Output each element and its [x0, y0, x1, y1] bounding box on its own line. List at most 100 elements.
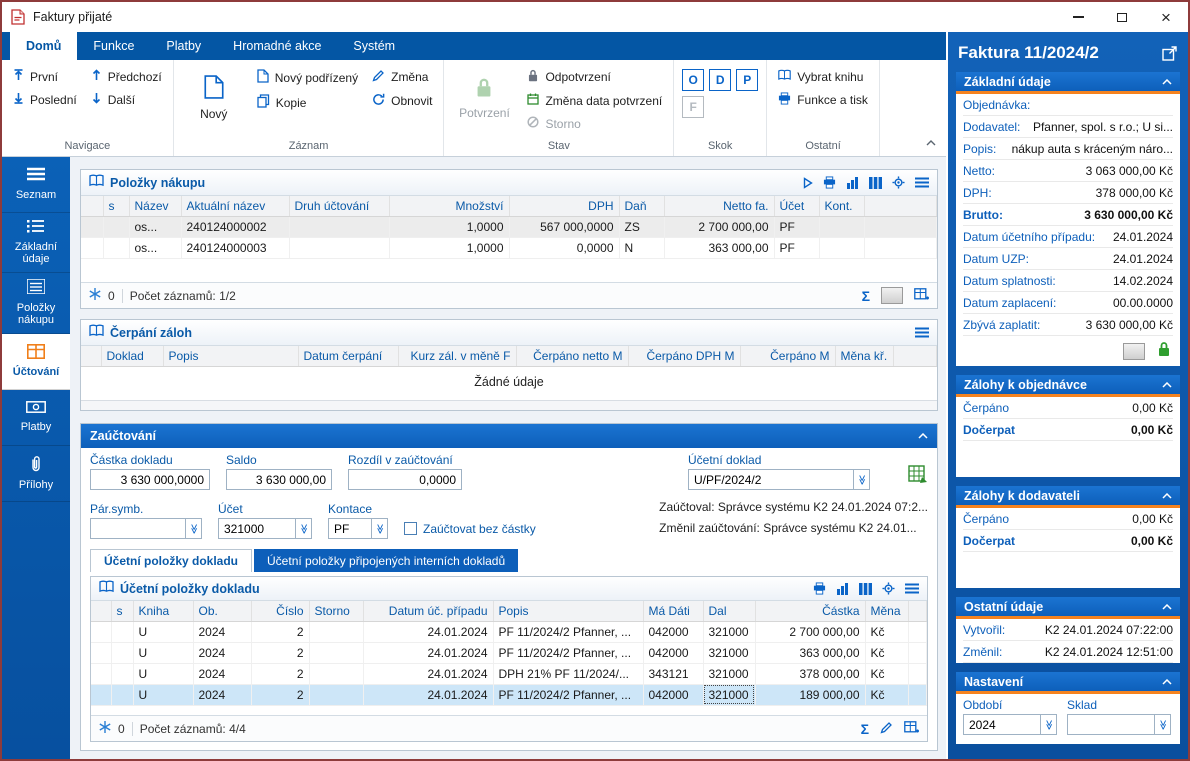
jump-p-button[interactable]: P	[736, 69, 759, 91]
collapse-icon[interactable]	[918, 433, 928, 439]
filter-button[interactable]	[881, 287, 903, 304]
dropdown-button[interactable]: ≫	[185, 518, 202, 539]
menu-icon[interactable]	[915, 177, 929, 188]
tab-hromadne-akce[interactable]: Hromadné akce	[217, 32, 337, 60]
account-combo[interactable]: 321000 ≫	[218, 518, 312, 539]
warehouse-combo[interactable]: ≫	[1067, 714, 1171, 735]
col-mena[interactable]: Měna	[865, 601, 909, 622]
select-book-button[interactable]: Vybrat knihu	[775, 68, 871, 85]
document-amount-input[interactable]: 3 630 000,0000	[90, 469, 210, 490]
accounting-document-combo[interactable]: U/PF/2024/2 ≫	[688, 469, 870, 490]
sidebar-item-platby[interactable]: Platby	[2, 390, 70, 446]
play-icon[interactable]	[803, 176, 813, 189]
section-header[interactable]: Zálohy k dodavateli	[956, 486, 1180, 508]
menu-icon[interactable]	[915, 327, 929, 338]
col-s[interactable]: s	[111, 601, 134, 622]
columns-icon[interactable]	[869, 176, 882, 189]
col-cislo[interactable]: Číslo	[251, 601, 310, 622]
first-button[interactable]: První	[10, 68, 80, 85]
printer-icon[interactable]	[823, 176, 836, 189]
functions-print-button[interactable]: Funkce a tisk	[775, 91, 871, 109]
posting-key-combo[interactable]: PF ≫	[328, 518, 388, 539]
col-mnozstvi[interactable]: Množství	[389, 196, 510, 217]
chart-icon[interactable]	[836, 582, 849, 595]
tab-domu[interactable]: Domů	[10, 32, 78, 60]
table-row[interactable]: U 2024 2 24.01.2024 DPH 21% PF 11/2024/.…	[91, 663, 927, 685]
col-kniha[interactable]: Kniha	[133, 601, 194, 622]
col-datum-cerpani[interactable]: Datum čerpání	[298, 346, 399, 367]
dropdown-button[interactable]: ≫	[371, 518, 388, 539]
change-button[interactable]: Změna	[369, 68, 435, 86]
printer-icon[interactable]	[813, 582, 826, 595]
col-nazev[interactable]: Název	[129, 196, 182, 217]
col-cerpano-netto[interactable]: Čerpáno netto M	[516, 346, 629, 367]
previous-button[interactable]: Předchozí	[88, 68, 165, 85]
pairing-symbol-combo[interactable]: ≫	[90, 518, 202, 539]
col-mena-kr[interactable]: Měna kř.	[835, 346, 894, 367]
saldo-input[interactable]: 3 630 000,00	[226, 469, 332, 490]
col-s[interactable]: s	[103, 196, 130, 217]
sidebar-item-zakladni-udaje[interactable]: Základní údaje	[2, 213, 70, 273]
dropdown-button[interactable]: ≫	[295, 518, 312, 539]
close-button[interactable]: ×	[1144, 2, 1188, 32]
dropdown-button[interactable]: ≫	[853, 469, 870, 490]
jump-o-button[interactable]: O	[682, 69, 705, 91]
jump-d-button[interactable]: D	[709, 69, 732, 91]
tab-ucetni-polozky-dokladu[interactable]: Účetní položky dokladu	[90, 549, 253, 572]
last-button[interactable]: Poslední	[10, 91, 80, 108]
maximize-button[interactable]	[1100, 2, 1144, 32]
minimize-button[interactable]	[1056, 2, 1100, 32]
grid-settings-icon[interactable]	[914, 287, 929, 304]
section-header[interactable]: Zálohy k objednávce	[956, 375, 1180, 397]
tab-ucetni-polozky-internich-dokladu[interactable]: Účetní položky připojených interních dok…	[254, 549, 519, 572]
col-dph[interactable]: DPH	[509, 196, 620, 217]
col-dan[interactable]: Daň	[619, 196, 665, 217]
table-row[interactable]: U 2024 2 24.01.2024 PF 11/2024/2 Pfanner…	[91, 642, 927, 664]
col-druh-uctovani[interactable]: Druh účtování	[289, 196, 390, 217]
section-header[interactable]: Nastavení	[956, 672, 1180, 694]
col-kurz[interactable]: Kurz zál. v měně F	[398, 346, 517, 367]
col-datum[interactable]: Datum úč. případu	[363, 601, 494, 622]
tab-funkce[interactable]: Funkce	[77, 32, 150, 60]
sum-icon[interactable]: Σ	[862, 288, 870, 304]
post-without-amount-checkbox[interactable]: Zaúčtovat bez částky	[404, 518, 536, 539]
col-storno[interactable]: Storno	[309, 601, 364, 622]
change-confirm-date-button[interactable]: Změna data potvrzení	[524, 92, 665, 109]
unconfirm-button[interactable]: Odpotvrzení	[524, 68, 665, 86]
expand-panel-icon[interactable]	[1162, 45, 1178, 61]
gear-icon[interactable]	[892, 176, 905, 189]
pencil-icon[interactable]	[880, 721, 893, 737]
col-doklad[interactable]: Doklad	[101, 346, 164, 367]
tab-system[interactable]: Systém	[337, 32, 411, 60]
new-button[interactable]: Nový	[182, 63, 246, 133]
col-cerpano-m[interactable]: Čerpáno M	[740, 346, 836, 367]
grid-settings-icon[interactable]	[904, 720, 919, 737]
col-ob[interactable]: Ob.	[193, 601, 252, 622]
gear-icon[interactable]	[882, 582, 895, 595]
table-row[interactable]: U 2024 2 24.01.2024 PF 11/2024/2 Pfanner…	[91, 621, 927, 643]
col-dal[interactable]: Dal	[703, 601, 756, 622]
sidebar-item-prilohy[interactable]: Přílohy	[2, 446, 70, 502]
journal-edit-icon[interactable]	[908, 465, 928, 490]
sidebar-item-seznam[interactable]: Seznam	[2, 157, 70, 213]
dropdown-button[interactable]: ≫	[1040, 714, 1057, 735]
table-row[interactable]: os... 240124000002 1,0000 567 000,0000 Z…	[81, 216, 937, 238]
ribbon-collapse-button[interactable]	[926, 133, 936, 151]
chart-icon[interactable]	[846, 176, 859, 189]
new-child-button[interactable]: Nový podřízený	[254, 68, 361, 87]
period-combo[interactable]: 2024 ≫	[963, 714, 1057, 735]
next-button[interactable]: Další	[88, 91, 165, 108]
sidebar-item-uctovani[interactable]: Účtování	[2, 333, 70, 390]
section-header[interactable]: Ostatní údaje	[956, 597, 1180, 619]
col-castka[interactable]: Částka	[755, 601, 866, 622]
col-kont[interactable]: Kont.	[819, 196, 865, 217]
refresh-button[interactable]: Obnovit	[369, 92, 435, 110]
sidebar-item-polozky-nakupu[interactable]: Položky nákupu	[2, 273, 70, 334]
sum-icon[interactable]: Σ	[861, 721, 869, 737]
horizontal-scrollbar[interactable]	[81, 400, 937, 410]
table-row[interactable]: os... 240124000003 1,0000 0,0000 N 363 0…	[81, 237, 937, 259]
table-row-selected[interactable]: U 2024 2 24.01.2024 PF 11/2024/2 Pfanner…	[91, 684, 927, 706]
col-aktualni-nazev[interactable]: Aktuální název	[181, 196, 290, 217]
copy-button[interactable]: Kopie	[254, 93, 361, 112]
dropdown-button[interactable]: ≫	[1154, 714, 1171, 735]
